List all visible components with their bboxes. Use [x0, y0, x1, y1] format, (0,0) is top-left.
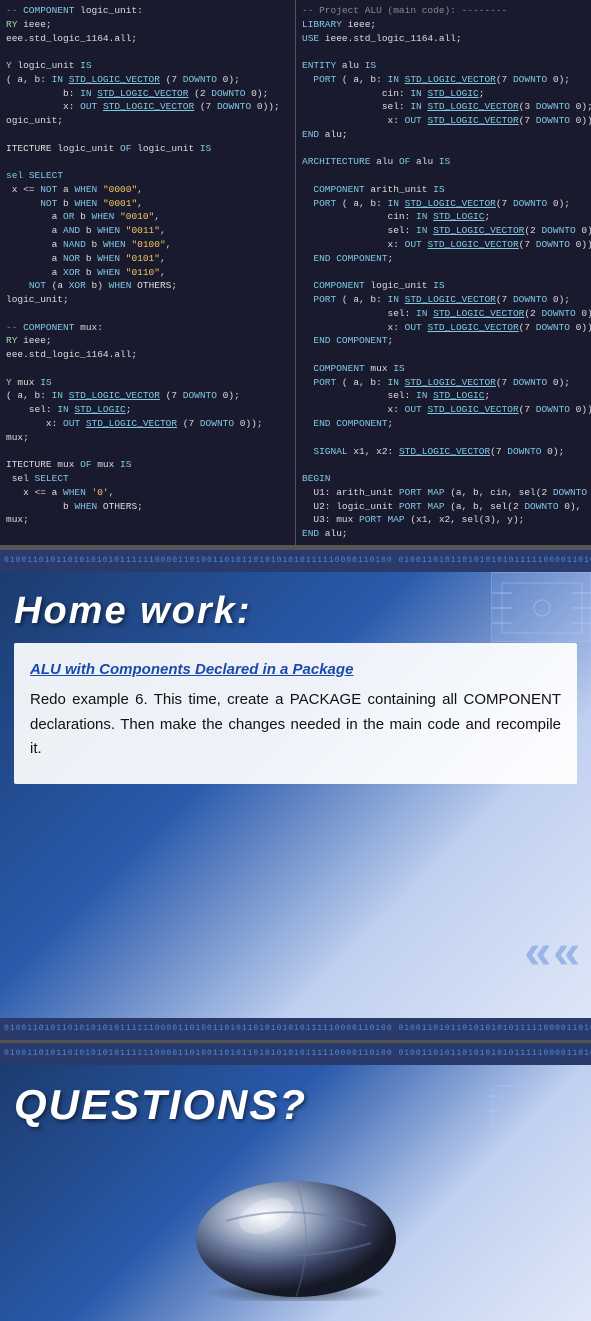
binary-text-bottom: 0100110101101010101011111100001101001101…	[4, 1024, 393, 1033]
circuit-decoration	[491, 572, 591, 642]
binary-text-top: 0100110101101010101011111100001101001101…	[4, 556, 393, 565]
questions-title: QUESTIONS?	[14, 1081, 307, 1129]
ball-svg	[186, 1171, 406, 1301]
questions-section: 0100110101101010101011111100001101001101…	[0, 1043, 591, 1321]
code-section: -- COMPONENT logic_unit: RY ieee; eee.st…	[0, 0, 591, 547]
circuit-svg	[492, 573, 591, 643]
chevron-arrows: « «	[523, 932, 581, 980]
ball-image	[186, 1171, 406, 1301]
questions-image-area	[0, 1161, 591, 1321]
chevron-icon-1: «	[523, 932, 552, 980]
homework-title-area: Home work:	[0, 572, 591, 643]
left-code-panel: -- COMPONENT logic_unit: RY ieee; eee.st…	[0, 0, 296, 545]
questions-circuit-svg	[487, 1081, 577, 1151]
q-binary-text: 0100110101101010101011111100001101001101…	[4, 1049, 393, 1058]
homework-link[interactable]: ALU with Components Declared in a Packag…	[30, 661, 561, 678]
homework-body-text: Redo example 6. This time, create a PACK…	[30, 688, 561, 762]
homework-content-box: ALU with Components Declared in a Packag…	[14, 643, 577, 784]
questions-title-area: QUESTIONS?	[0, 1065, 591, 1161]
bottom-binary-banner: 0100110101101010101011111100001101001101…	[0, 1018, 591, 1040]
homework-section: 0100110101101010101011111100001101001101…	[0, 550, 591, 1040]
right-code-panel: -- Project ALU (main code): -------- LIB…	[296, 0, 591, 545]
top-binary-banner: 0100110101101010101011111100001101001101…	[0, 550, 591, 572]
questions-binary-banner: 0100110101101010101011111100001101001101…	[0, 1043, 591, 1065]
chevron-icon-2: «	[552, 932, 581, 980]
